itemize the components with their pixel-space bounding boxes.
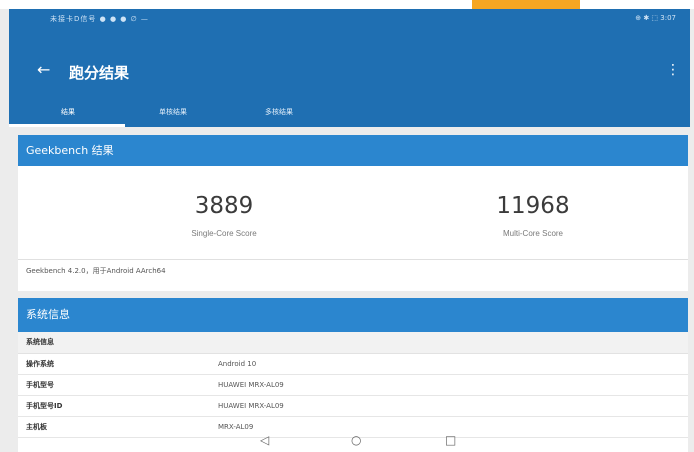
status-right: ⊕ ✱ ⬚ 3:07 xyxy=(635,14,676,22)
tab-multi-core[interactable]: 多核结果 xyxy=(265,107,293,117)
row-value: HUAWEI MRX-AL09 xyxy=(218,402,284,410)
multi-core-score: 11968 xyxy=(496,193,570,219)
status-bar: 未接卡D信号 ● ● ● ∅ — ⊕ ✱ ⬚ 3:07 xyxy=(9,9,690,29)
multi-core-label: Multi-Core Score xyxy=(502,229,563,238)
page-title: 跑分结果 xyxy=(69,64,130,82)
top-frame xyxy=(0,0,694,9)
single-core-block: 3889 Single-Core Score xyxy=(94,193,354,238)
table-row: 手机型号ID HUAWEI MRX-AL09 xyxy=(18,396,688,417)
geekbench-card: Geekbench 结果 3889 Single-Core Score 1196… xyxy=(18,135,688,291)
tab-bar: 结果 单核结果 多核结果 xyxy=(9,101,690,127)
system-info-section: 系统信息 xyxy=(18,332,688,354)
row-value: Android 10 xyxy=(218,360,257,368)
single-core-label: Single-Core Score xyxy=(191,229,257,238)
row-value: HUAWEI MRX-AL09 xyxy=(218,381,284,389)
nav-home-icon[interactable]: ○ xyxy=(351,433,361,447)
row-key: 操作系统 xyxy=(26,360,54,368)
more-vert-icon[interactable]: ⋮ xyxy=(666,63,680,77)
geekbench-version: Geekbench 4.2.0，用于Android AArch64 xyxy=(18,259,688,291)
tab-single-core[interactable]: 单核结果 xyxy=(159,107,187,117)
system-info-card: 系统信息 系统信息 操作系统 Android 10 手机型号 HUAWEI MR… xyxy=(18,298,688,452)
row-key: 手机型号 xyxy=(26,381,54,389)
status-left: 未接卡D信号 ● ● ● ∅ — xyxy=(50,15,149,23)
system-nav-bar: ◁ ○ □ xyxy=(9,430,690,452)
table-row: 操作系统 Android 10 xyxy=(18,354,688,375)
device-screen: 未接卡D信号 ● ● ● ∅ — ⊕ ✱ ⬚ 3:07 ← 跑分结果 ⋮ 结果 … xyxy=(9,9,690,452)
tab-results[interactable]: 结果 xyxy=(61,107,75,117)
table-row: 手机型号 HUAWEI MRX-AL09 xyxy=(18,375,688,396)
tab-indicator xyxy=(9,124,125,127)
orange-tab-marker xyxy=(472,0,580,9)
app-bar: 未接卡D信号 ● ● ● ∅ — ⊕ ✱ ⬚ 3:07 ← 跑分结果 ⋮ 结果 … xyxy=(9,9,690,127)
multi-core-block: 11968 Multi-Core Score xyxy=(403,193,663,238)
nav-recents-icon[interactable]: □ xyxy=(445,433,456,447)
row-key: 手机型号ID xyxy=(26,402,63,410)
nav-back-icon[interactable]: ◁ xyxy=(260,433,269,447)
system-info-header: 系统信息 xyxy=(18,298,688,332)
back-arrow-icon[interactable]: ← xyxy=(37,61,55,79)
single-core-score: 3889 xyxy=(194,193,254,219)
geekbench-header: Geekbench 结果 xyxy=(18,135,688,166)
